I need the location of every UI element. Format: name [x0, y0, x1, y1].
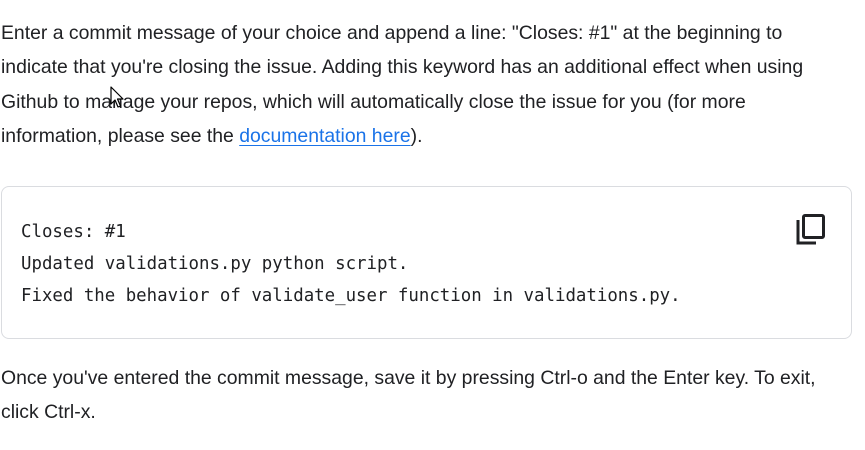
code-block: Closes: #1 Updated validations.py python …	[1, 186, 852, 339]
code-line-1: Closes: #1	[21, 222, 126, 242]
code-line-3: Fixed the behavior of validate_user func…	[21, 286, 681, 306]
followup-paragraph: Once you've entered the commit message, …	[1, 367, 816, 424]
copy-button[interactable]	[795, 212, 827, 246]
documentation-link[interactable]: documentation here	[239, 125, 410, 147]
code-content: Closes: #1 Updated validations.py python …	[21, 216, 681, 312]
instructions-paragraph: Enter a commit message of your choice an…	[1, 16, 851, 153]
code-line-2: Updated validations.py python script.	[21, 254, 409, 274]
instructions-text-part2: ).	[410, 124, 423, 147]
copy-icon	[796, 214, 825, 245]
